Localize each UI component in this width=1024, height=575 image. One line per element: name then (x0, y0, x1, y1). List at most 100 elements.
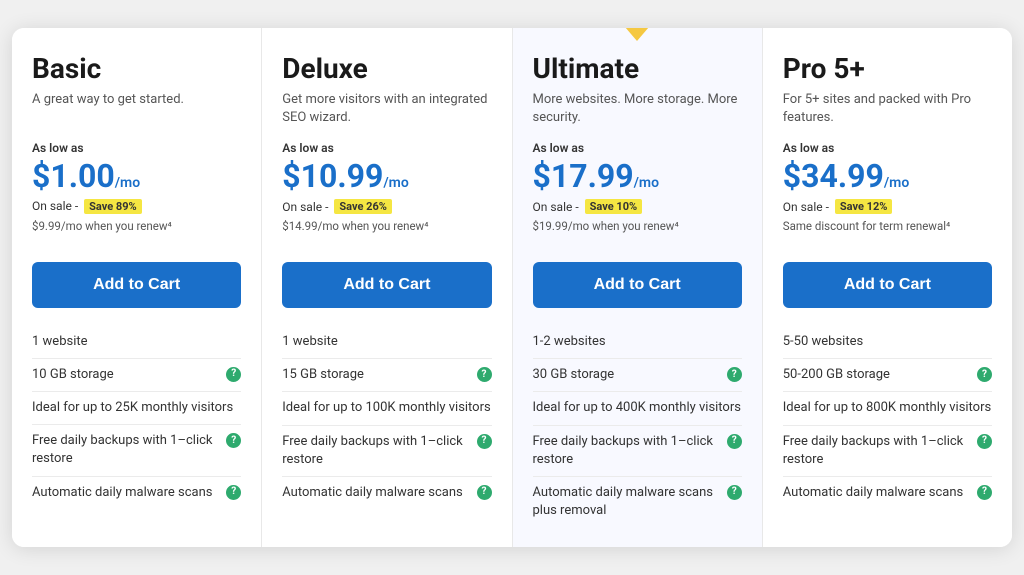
info-icon-pro5-3[interactable]: ? (977, 434, 992, 449)
feature-text-ultimate-3: Free daily backups with 1–click restore (533, 433, 723, 469)
feature-text-pro5-0: 5-50 websites (783, 333, 992, 351)
sale-row-deluxe: On sale - Save 26% (282, 199, 491, 214)
ultimate-badge (625, 28, 649, 41)
renew-text-basic: $9.99/mo when you renew⁴ (32, 218, 241, 246)
sale-row-basic: On sale - Save 89% (32, 199, 241, 214)
price-period-basic: /mo (115, 175, 140, 191)
plan-card-basic: Basic A great way to get started. As low… (12, 28, 262, 548)
price-row-ultimate: $17.99 /mo (533, 157, 742, 195)
feature-item-pro5-3: Free daily backups with 1–click restore … (783, 425, 992, 476)
feature-item-basic-0: 1 website (32, 326, 241, 358)
feature-text-deluxe-1: 15 GB storage (282, 366, 472, 384)
add-to-cart-btn-deluxe[interactable]: Add to Cart (282, 262, 491, 308)
feature-text-ultimate-2: Ideal for up to 400K monthly visitors (533, 399, 742, 417)
add-to-cart-btn-basic[interactable]: Add to Cart (32, 262, 241, 308)
plan-desc-basic: A great way to get started. (32, 91, 241, 127)
feature-item-deluxe-2: Ideal for up to 100K monthly visitors (282, 391, 491, 424)
info-icon-pro5-4[interactable]: ? (977, 485, 992, 500)
price-period-ultimate: /mo (634, 175, 659, 191)
info-icon-basic-1[interactable]: ? (226, 367, 241, 382)
feature-item-ultimate-3: Free daily backups with 1–click restore … (533, 425, 742, 476)
feature-item-ultimate-0: 1-2 websites (533, 326, 742, 358)
price-row-deluxe: $10.99 /mo (282, 157, 491, 195)
price-amount-pro5: $34.99 (783, 157, 884, 195)
feature-text-deluxe-0: 1 website (282, 333, 491, 351)
sale-label-ultimate: On sale - (533, 200, 579, 214)
feature-text-pro5-2: Ideal for up to 800K monthly visitors (783, 399, 992, 417)
sale-label-deluxe: On sale - (282, 200, 328, 214)
save-badge-deluxe: Save 26% (334, 199, 392, 214)
feature-text-pro5-3: Free daily backups with 1–click restore (783, 433, 973, 469)
as-low-as-basic: As low as (32, 141, 241, 155)
price-amount-deluxe: $10.99 (282, 157, 383, 195)
feature-item-ultimate-4: Automatic daily malware scans plus remov… (533, 476, 742, 527)
plan-title-pro5: Pro 5+ (783, 52, 992, 85)
price-period-deluxe: /mo (383, 175, 408, 191)
feature-list-ultimate: 1-2 websites 30 GB storage ? Ideal for u… (533, 326, 742, 527)
plan-title-ultimate: Ultimate (533, 52, 742, 85)
price-amount-ultimate: $17.99 (533, 157, 634, 195)
plan-desc-ultimate: More websites. More storage. More securi… (533, 91, 742, 127)
save-badge-pro5: Save 12% (835, 199, 893, 214)
feature-text-basic-2: Ideal for up to 25K monthly visitors (32, 399, 241, 417)
sale-row-ultimate: On sale - Save 10% (533, 199, 742, 214)
sale-label-pro5: On sale - (783, 200, 829, 214)
info-icon-ultimate-1[interactable]: ? (727, 367, 742, 382)
sale-label-basic: On sale - (32, 199, 78, 213)
feature-item-pro5-0: 5-50 websites (783, 326, 992, 358)
info-icon-deluxe-3[interactable]: ? (477, 434, 492, 449)
info-icon-deluxe-1[interactable]: ? (477, 367, 492, 382)
feature-text-ultimate-4: Automatic daily malware scans plus remov… (533, 484, 723, 520)
feature-item-pro5-2: Ideal for up to 800K monthly visitors (783, 391, 992, 424)
save-badge-ultimate: Save 10% (585, 199, 643, 214)
price-period-pro5: /mo (884, 175, 909, 191)
feature-text-deluxe-2: Ideal for up to 100K monthly visitors (282, 399, 491, 417)
feature-text-ultimate-1: 30 GB storage (533, 366, 723, 384)
info-icon-basic-3[interactable]: ? (226, 433, 241, 448)
feature-item-deluxe-4: Automatic daily malware scans ? (282, 476, 491, 509)
feature-item-ultimate-2: Ideal for up to 400K monthly visitors (533, 391, 742, 424)
price-amount-basic: $1.00 (32, 157, 115, 195)
as-low-as-ultimate: As low as (533, 141, 742, 155)
feature-item-basic-4: Automatic daily malware scans ? (32, 476, 241, 509)
sale-row-pro5: On sale - Save 12% (783, 199, 992, 214)
feature-item-pro5-4: Automatic daily malware scans ? (783, 476, 992, 509)
feature-text-basic-3: Free daily backups with 1–click restore (32, 432, 222, 468)
feature-list-basic: 1 website 10 GB storage ? Ideal for up t… (32, 326, 241, 509)
plan-card-ultimate: Ultimate More websites. More storage. Mo… (513, 28, 763, 548)
price-row-pro5: $34.99 /mo (783, 157, 992, 195)
plan-card-pro5: Pro 5+ For 5+ sites and packed with Pro … (763, 28, 1012, 548)
feature-text-basic-0: 1 website (32, 333, 241, 351)
as-low-as-pro5: As low as (783, 141, 992, 155)
plan-card-deluxe: Deluxe Get more visitors with an integra… (262, 28, 512, 548)
info-icon-pro5-1[interactable]: ? (977, 367, 992, 382)
feature-text-pro5-1: 50-200 GB storage (783, 366, 973, 384)
renew-text-deluxe: $14.99/mo when you renew⁴ (282, 218, 491, 246)
renew-text-ultimate: $19.99/mo when you renew⁴ (533, 218, 742, 246)
feature-item-pro5-1: 50-200 GB storage ? (783, 358, 992, 391)
feature-item-ultimate-1: 30 GB storage ? (533, 358, 742, 391)
renew-text-pro5: Same discount for term renewal⁴ (783, 218, 992, 246)
feature-list-pro5: 5-50 websites 50-200 GB storage ? Ideal … (783, 326, 992, 509)
pricing-table: Basic A great way to get started. As low… (12, 28, 1012, 548)
info-icon-ultimate-4[interactable]: ? (727, 485, 742, 500)
feature-text-deluxe-3: Free daily backups with 1–click restore (282, 433, 472, 469)
info-icon-basic-4[interactable]: ? (226, 485, 241, 500)
plan-desc-pro5: For 5+ sites and packed with Pro feature… (783, 91, 992, 127)
feature-item-deluxe-3: Free daily backups with 1–click restore … (282, 425, 491, 476)
plan-title-deluxe: Deluxe (282, 52, 491, 85)
feature-text-basic-1: 10 GB storage (32, 366, 222, 384)
add-to-cart-btn-pro5[interactable]: Add to Cart (783, 262, 992, 308)
feature-item-deluxe-1: 15 GB storage ? (282, 358, 491, 391)
feature-item-basic-1: 10 GB storage ? (32, 358, 241, 391)
feature-item-basic-2: Ideal for up to 25K monthly visitors (32, 391, 241, 424)
info-icon-ultimate-3[interactable]: ? (727, 434, 742, 449)
info-icon-deluxe-4[interactable]: ? (477, 485, 492, 500)
as-low-as-deluxe: As low as (282, 141, 491, 155)
add-to-cart-btn-ultimate[interactable]: Add to Cart (533, 262, 742, 308)
feature-item-basic-3: Free daily backups with 1–click restore … (32, 424, 241, 475)
plan-desc-deluxe: Get more visitors with an integrated SEO… (282, 91, 491, 127)
feature-text-basic-4: Automatic daily malware scans (32, 484, 222, 502)
price-row-basic: $1.00 /mo (32, 157, 241, 195)
save-badge-basic: Save 89% (84, 199, 142, 214)
